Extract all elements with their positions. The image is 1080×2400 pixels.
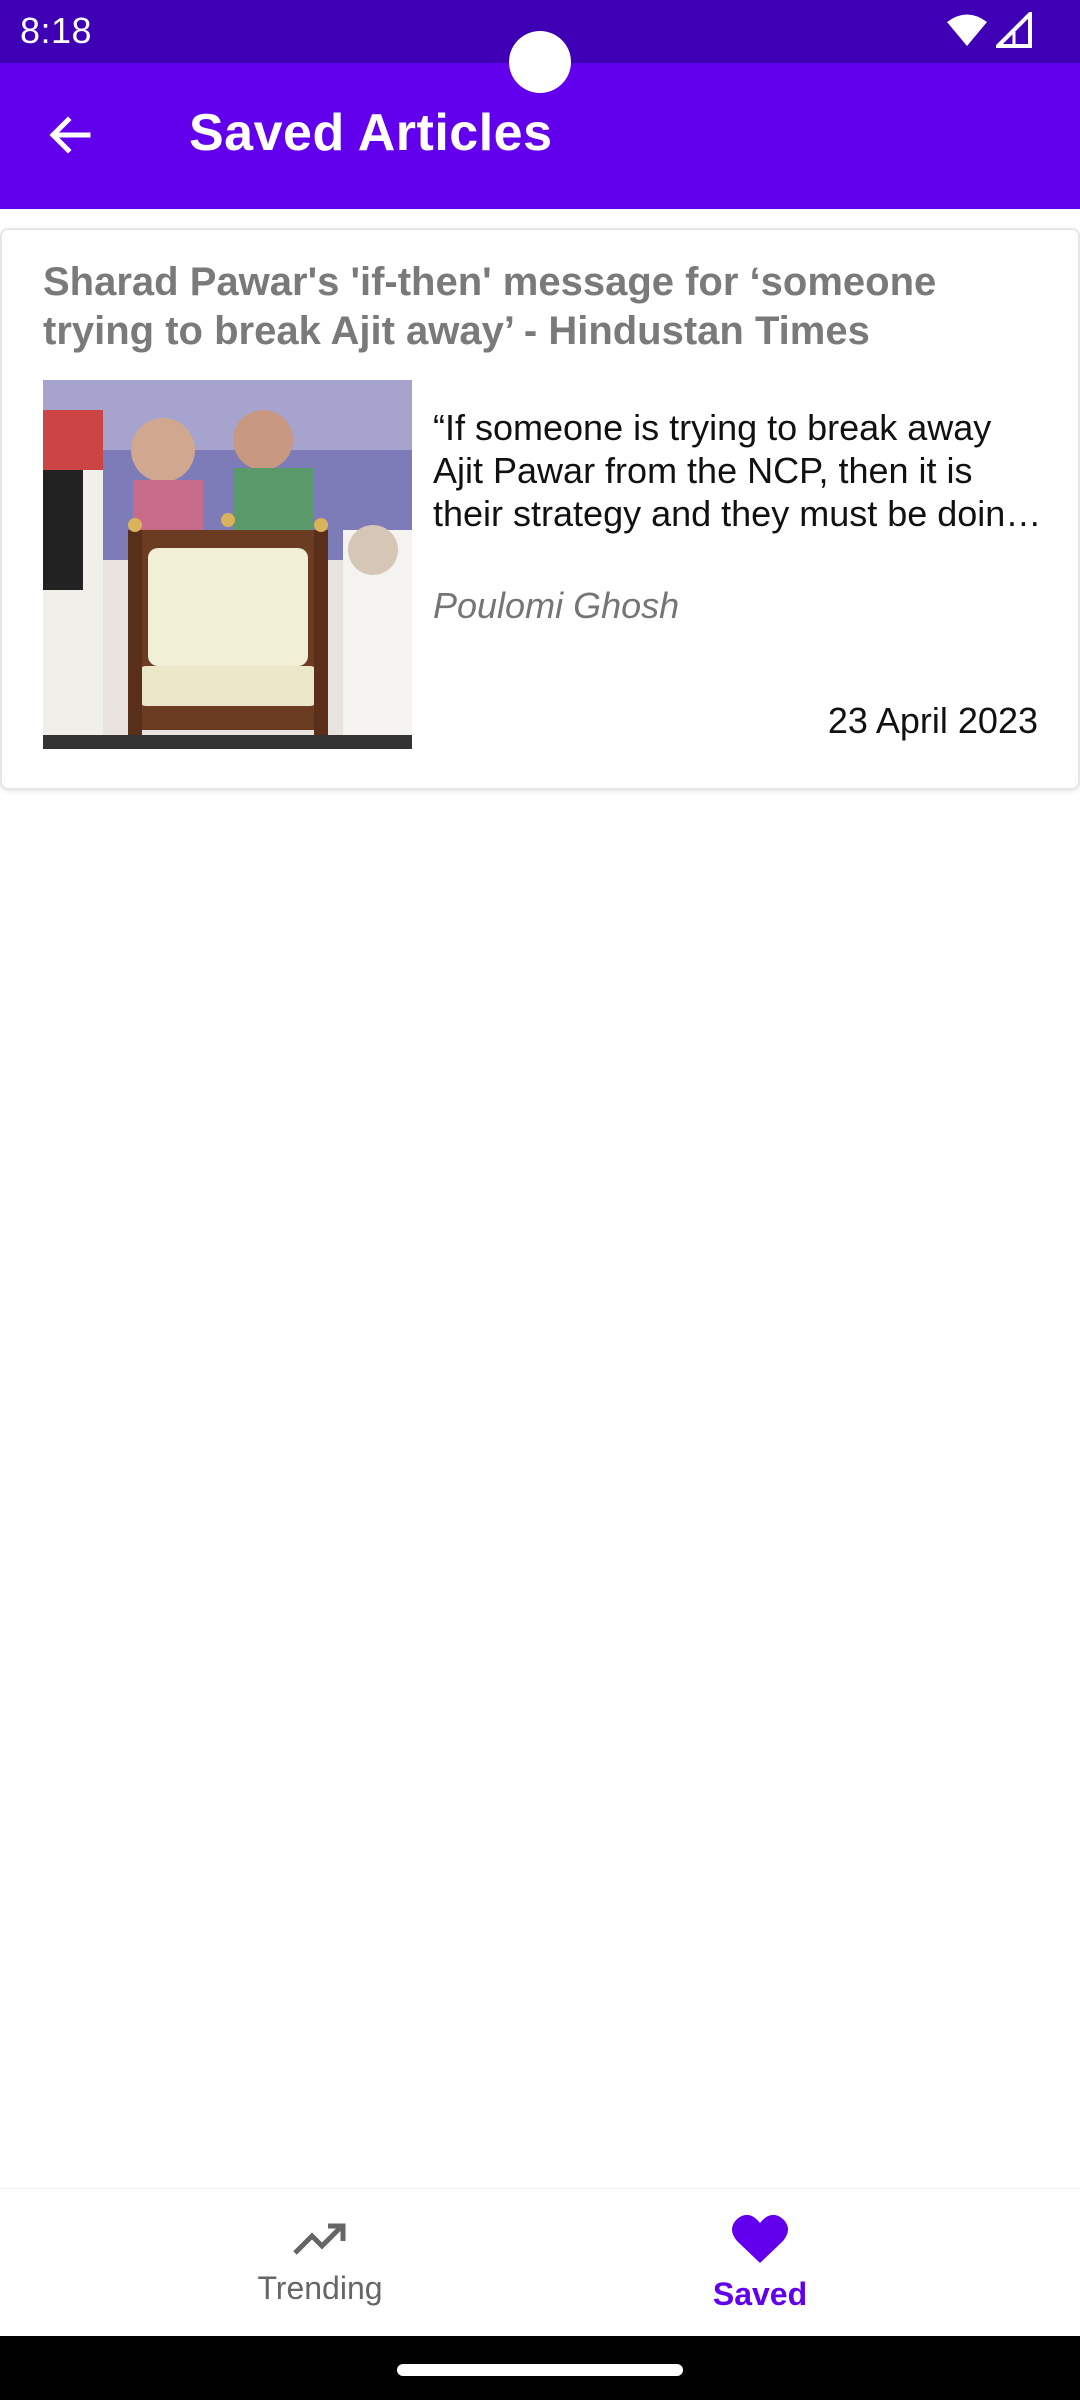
- signal-icon: [993, 8, 1032, 53]
- home-gesture-handle[interactable]: [397, 2364, 683, 2376]
- article-date: 23 April 2023: [827, 700, 1038, 741]
- system-navigation-bar: [0, 2336, 1080, 2400]
- status-time: 8:18: [20, 10, 93, 51]
- nav-item-saved[interactable]: Saved: [490, 2189, 1030, 2337]
- article-image: [43, 380, 412, 749]
- nav-label-saved: Saved: [712, 2276, 808, 2312]
- trending-up-icon: [292, 2219, 348, 2264]
- bottom-navigation: Trending Saved: [0, 2188, 1080, 2336]
- camera-cutout: [509, 31, 571, 93]
- arrow-back-icon: [46, 111, 94, 164]
- article-title: Sharad Pawar's 'if-then' message for ‘so…: [43, 260, 937, 353]
- page-title: Saved Articles: [189, 104, 553, 162]
- status-icons: [946, 8, 1032, 53]
- article-author: Poulomi Ghosh: [433, 585, 680, 626]
- article-description: “If someone is trying to break away Ajit…: [433, 407, 1026, 534]
- article-card[interactable]: Sharad Pawar's 'if-then' message for ‘so…: [0, 228, 1080, 790]
- wifi-icon: [946, 13, 988, 52]
- nav-label-trending: Trending: [257, 2270, 383, 2306]
- heart-icon: [731, 2213, 789, 2270]
- back-button[interactable]: [30, 97, 110, 177]
